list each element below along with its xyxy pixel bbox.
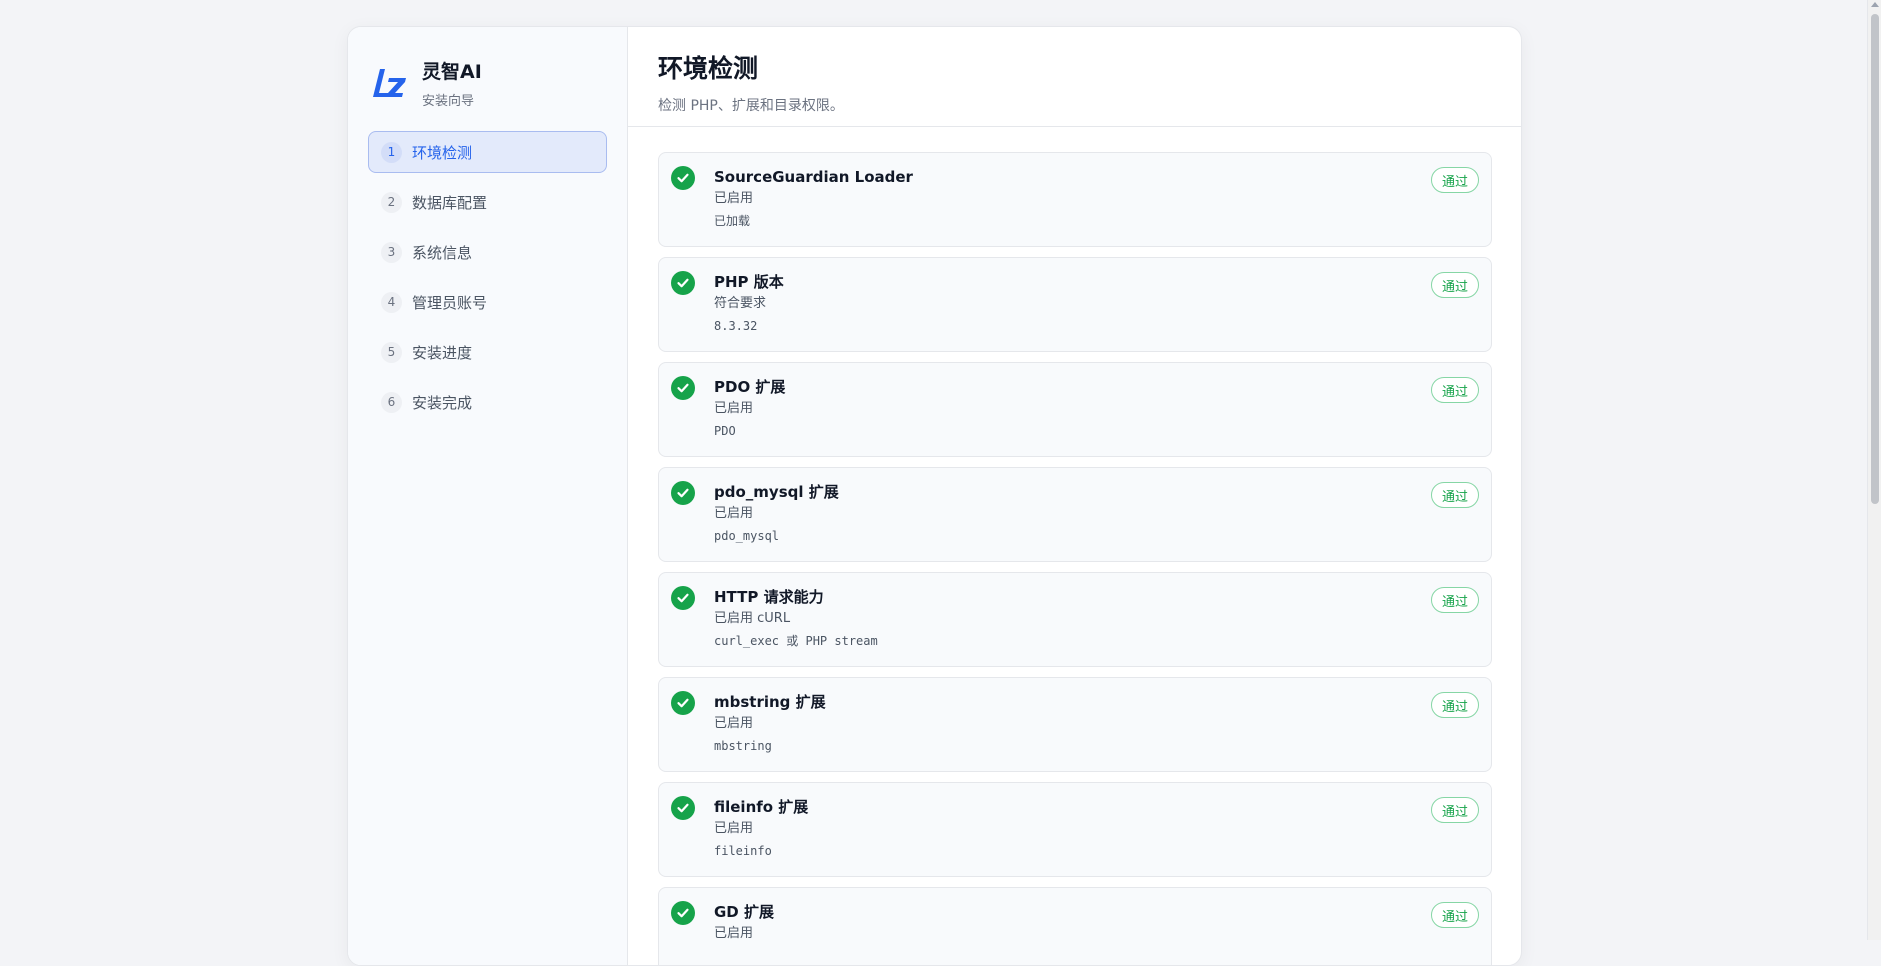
check-circle-icon xyxy=(671,376,695,400)
check-name: PDO 扩展 xyxy=(714,378,786,396)
check-detail: curl_exec 或 PHP stream xyxy=(714,634,878,648)
check-name: PHP 版本 xyxy=(714,273,784,291)
check-status: 符合要求 xyxy=(714,296,767,311)
check-item-gd: GD 扩展 已启用 通过 xyxy=(658,887,1492,965)
check-detail: 已加载 xyxy=(714,214,751,228)
check-item-php-version: PHP 版本 符合要求 8.3.32 通过 xyxy=(658,257,1492,352)
status-badge: 通过 xyxy=(1430,377,1479,403)
check-circle-icon xyxy=(671,796,695,820)
step-label: 管理员账号 xyxy=(412,293,488,312)
step-item-system-info[interactable]: 3 系统信息 xyxy=(368,231,607,273)
check-status: 已启用 xyxy=(714,401,754,416)
step-number: 4 xyxy=(381,291,402,313)
step-item-database[interactable]: 2 数据库配置 xyxy=(368,181,607,223)
step-number: 6 xyxy=(381,391,402,413)
check-status: 已启用 xyxy=(714,506,754,521)
main-panel: 环境检测 检测 PHP、扩展和目录权限。 SourceGuardian Load… xyxy=(628,27,1521,965)
status-badge: 通过 xyxy=(1430,902,1479,928)
check-detail: 8.3.32 xyxy=(714,319,758,333)
scrollbar-thumb[interactable] xyxy=(1871,14,1879,504)
brand: 灵智AI 安装向导 xyxy=(368,57,607,109)
step-item-environment[interactable]: 1 环境检测 xyxy=(368,131,607,173)
step-number: 3 xyxy=(381,241,402,263)
check-detail: mbstring xyxy=(714,739,772,753)
check-circle-icon xyxy=(671,691,695,715)
check-name: GD 扩展 xyxy=(714,903,774,921)
brand-name: 灵智AI xyxy=(422,61,482,83)
check-circle-icon xyxy=(671,271,695,295)
status-badge: 通过 xyxy=(1430,482,1479,508)
check-list: SourceGuardian Loader 已启用 已加载 通过 PHP 版本 … xyxy=(628,127,1521,965)
page-scrollbar[interactable] xyxy=(1867,0,1881,940)
step-label: 安装完成 xyxy=(412,393,473,412)
check-circle-icon xyxy=(671,166,695,190)
step-number: 1 xyxy=(381,141,402,163)
step-label: 系统信息 xyxy=(412,243,473,262)
check-status: 已启用 xyxy=(714,926,754,941)
check-status: 已启用 xyxy=(714,821,754,836)
check-status: 已启用 cURL xyxy=(714,611,791,626)
page-header: 环境检测 检测 PHP、扩展和目录权限。 xyxy=(628,27,1521,127)
step-number: 2 xyxy=(381,191,402,213)
step-label: 环境检测 xyxy=(412,143,473,162)
status-badge: 通过 xyxy=(1430,167,1479,193)
check-name: HTTP 请求能力 xyxy=(714,588,824,606)
check-item-fileinfo: fileinfo 扩展 已启用 fileinfo 通过 xyxy=(658,782,1492,877)
lz-logo xyxy=(373,69,406,97)
sidebar: 灵智AI 安装向导 1 环境检测 2 数据库配置 3 系统信息 4 管理员账号 xyxy=(348,27,628,965)
installer-card: 灵智AI 安装向导 1 环境检测 2 数据库配置 3 系统信息 4 管理员账号 xyxy=(347,26,1522,966)
check-item-sourceguardian: SourceGuardian Loader 已启用 已加载 通过 xyxy=(658,152,1492,247)
status-badge: 通过 xyxy=(1430,692,1479,718)
check-detail: PDO xyxy=(714,424,736,438)
check-name: fileinfo 扩展 xyxy=(714,798,809,816)
check-item-mbstring: mbstring 扩展 已启用 mbstring 通过 xyxy=(658,677,1492,772)
step-list: 1 环境检测 2 数据库配置 3 系统信息 4 管理员账号 5 安装进度 6 安… xyxy=(368,131,607,423)
check-item-pdo-mysql: pdo_mysql 扩展 已启用 pdo_mysql 通过 xyxy=(658,467,1492,562)
check-detail: pdo_mysql xyxy=(714,529,780,543)
check-status: 已启用 xyxy=(714,191,754,206)
scroll-up-arrow-icon[interactable] xyxy=(1871,2,1879,7)
step-item-progress[interactable]: 5 安装进度 xyxy=(368,331,607,373)
check-detail: fileinfo xyxy=(714,844,772,858)
check-item-http: HTTP 请求能力 已启用 cURL curl_exec 或 PHP strea… xyxy=(658,572,1492,667)
step-number: 5 xyxy=(381,341,402,363)
step-item-admin-account[interactable]: 4 管理员账号 xyxy=(368,281,607,323)
brand-subtitle: 安装向导 xyxy=(422,94,475,109)
check-circle-icon xyxy=(671,586,695,610)
page-title: 环境检测 xyxy=(658,54,759,83)
step-item-complete[interactable]: 6 安装完成 xyxy=(368,381,607,423)
check-status: 已启用 xyxy=(714,716,754,731)
check-name: SourceGuardian Loader xyxy=(714,168,913,186)
check-item-pdo: PDO 扩展 已启用 PDO 通过 xyxy=(658,362,1492,457)
check-circle-icon xyxy=(671,901,695,925)
check-circle-icon xyxy=(671,481,695,505)
step-label: 数据库配置 xyxy=(412,193,488,212)
check-name: mbstring 扩展 xyxy=(714,693,826,711)
status-badge: 通过 xyxy=(1430,587,1479,613)
page-subtitle: 检测 PHP、扩展和目录权限。 xyxy=(658,98,844,114)
check-name: pdo_mysql 扩展 xyxy=(714,483,839,501)
status-badge: 通过 xyxy=(1430,272,1479,298)
step-label: 安装进度 xyxy=(412,343,473,362)
status-badge: 通过 xyxy=(1430,797,1479,823)
